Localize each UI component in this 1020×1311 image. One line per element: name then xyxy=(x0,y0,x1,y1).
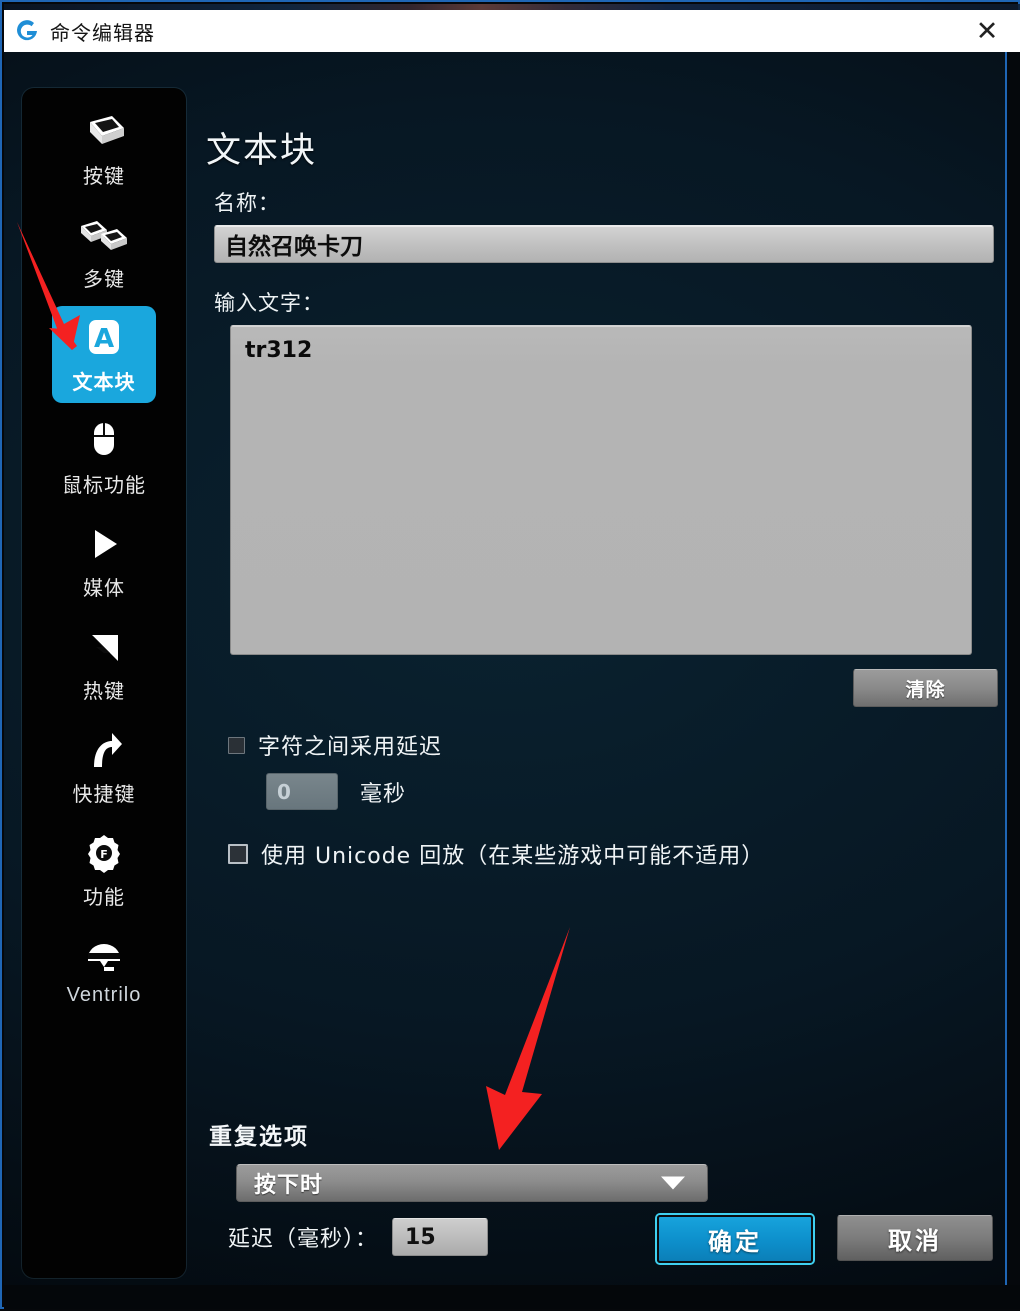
sidebar: 按键 多键 A 文本块 鼠标功能 媒体 热键 快捷键 F 功能 Ventrilo xyxy=(22,88,186,1278)
sidebar-item-label: 功能 xyxy=(83,885,125,909)
repeat-delay-input[interactable] xyxy=(392,1218,489,1256)
sidebar-item-label: 文本块 xyxy=(72,370,136,394)
sidebar-item-label: 媒体 xyxy=(83,576,125,600)
sidebar-item-label: 多键 xyxy=(83,267,125,291)
sidebar-item-multikey[interactable]: 多键 xyxy=(52,203,156,300)
sidebar-item-label: 热键 xyxy=(83,679,125,703)
text-entry-label: 输入文字： xyxy=(214,291,324,315)
ok-button[interactable]: 确定 xyxy=(657,1215,813,1263)
sidebar-item-mousefunction[interactable]: 鼠标功能 xyxy=(52,409,156,506)
char-delay-row: 毫秒 xyxy=(266,773,994,810)
mouse-icon xyxy=(74,419,134,463)
char-delay-input[interactable] xyxy=(266,773,338,810)
sidebar-item-textblock[interactable]: A 文本块 xyxy=(52,306,156,403)
repeat-mode-select[interactable]: 按下时 xyxy=(236,1164,708,1202)
clear-button[interactable]: 清除 xyxy=(853,669,998,707)
unicode-checkbox-label: 使用 Unicode 回放（在某些游戏中可能不适用） xyxy=(261,844,765,869)
sidebar-item-label: 按键 xyxy=(83,164,125,188)
single-keycap-icon xyxy=(74,110,134,154)
sidebar-item-label: Ventrilo xyxy=(66,984,142,1006)
gear-f-icon: F xyxy=(74,831,134,875)
dialog-body: 按键 多键 A 文本块 鼠标功能 媒体 热键 快捷键 F 功能 Ventrilo… xyxy=(4,52,1007,1285)
name-input[interactable] xyxy=(214,225,994,263)
clear-button-row: 清除 xyxy=(230,669,998,707)
repeat-options-heading: 重复选项 xyxy=(209,1124,309,1150)
cancel-button[interactable]: 取消 xyxy=(837,1215,993,1261)
command-editor-window: 命令编辑器 ✕ 按键 多键 A 文本块 鼠标功能 媒体 热键 快捷键 F 功能 … xyxy=(0,0,1020,1309)
char-delay-checkbox-row[interactable]: 字符之间采用延迟 xyxy=(228,729,994,761)
text-entry-textarea[interactable]: tr312 xyxy=(230,325,972,655)
sidebar-item-function[interactable]: F 功能 xyxy=(52,821,156,918)
main-pane: 文本块 名称： 输入文字： tr312 清除 字符之间采用延迟 毫秒 使用 Un… xyxy=(204,122,998,1282)
sidebar-item-label: 鼠标功能 xyxy=(62,473,146,497)
page-title: 文本块 xyxy=(206,131,318,171)
footer-button-row: 确定 取消 xyxy=(657,1215,993,1263)
window-right-gutter xyxy=(1007,52,1020,1285)
unicode-checkbox-row[interactable]: 使用 Unicode 回放（在某些游戏中可能不适用） xyxy=(228,838,994,870)
sidebar-item-hotkey[interactable]: 热键 xyxy=(52,615,156,712)
window-title: 命令编辑器 xyxy=(50,20,155,45)
lightning-bolt-icon xyxy=(74,625,134,669)
sidebar-item-label: 快捷键 xyxy=(72,782,136,806)
repeat-mode-value: 按下时 xyxy=(254,1173,324,1198)
char-delay-unit-label: 毫秒 xyxy=(360,781,407,807)
sidebar-item-keystroke[interactable]: 按键 xyxy=(52,100,156,197)
window-bottom-gutter xyxy=(4,1285,1020,1309)
svg-text:A: A xyxy=(94,324,114,354)
sidebar-item-shortcut[interactable]: 快捷键 xyxy=(52,718,156,815)
multi-keycap-icon xyxy=(74,213,134,257)
char-delay-checkbox-label: 字符之间采用延迟 xyxy=(258,735,443,760)
close-icon[interactable]: ✕ xyxy=(964,12,1010,50)
unicode-checkbox[interactable] xyxy=(228,844,248,864)
headset-icon xyxy=(74,934,134,978)
sidebar-item-ventrilo[interactable]: Ventrilo xyxy=(52,924,156,1015)
name-label: 名称： xyxy=(214,191,280,215)
logitech-g-logo-icon xyxy=(12,16,42,46)
letter-a-block-icon: A xyxy=(74,316,134,360)
char-delay-checkbox[interactable] xyxy=(228,736,245,754)
chevron-down-icon xyxy=(661,1176,685,1190)
svg-text:F: F xyxy=(100,848,108,861)
play-triangle-icon xyxy=(74,522,134,566)
title-bar: 命令编辑器 ✕ xyxy=(4,10,1020,52)
curved-arrow-icon xyxy=(74,728,134,772)
repeat-delay-label: 延迟（毫秒）： xyxy=(228,1227,379,1252)
sidebar-item-media[interactable]: 媒体 xyxy=(52,512,156,609)
